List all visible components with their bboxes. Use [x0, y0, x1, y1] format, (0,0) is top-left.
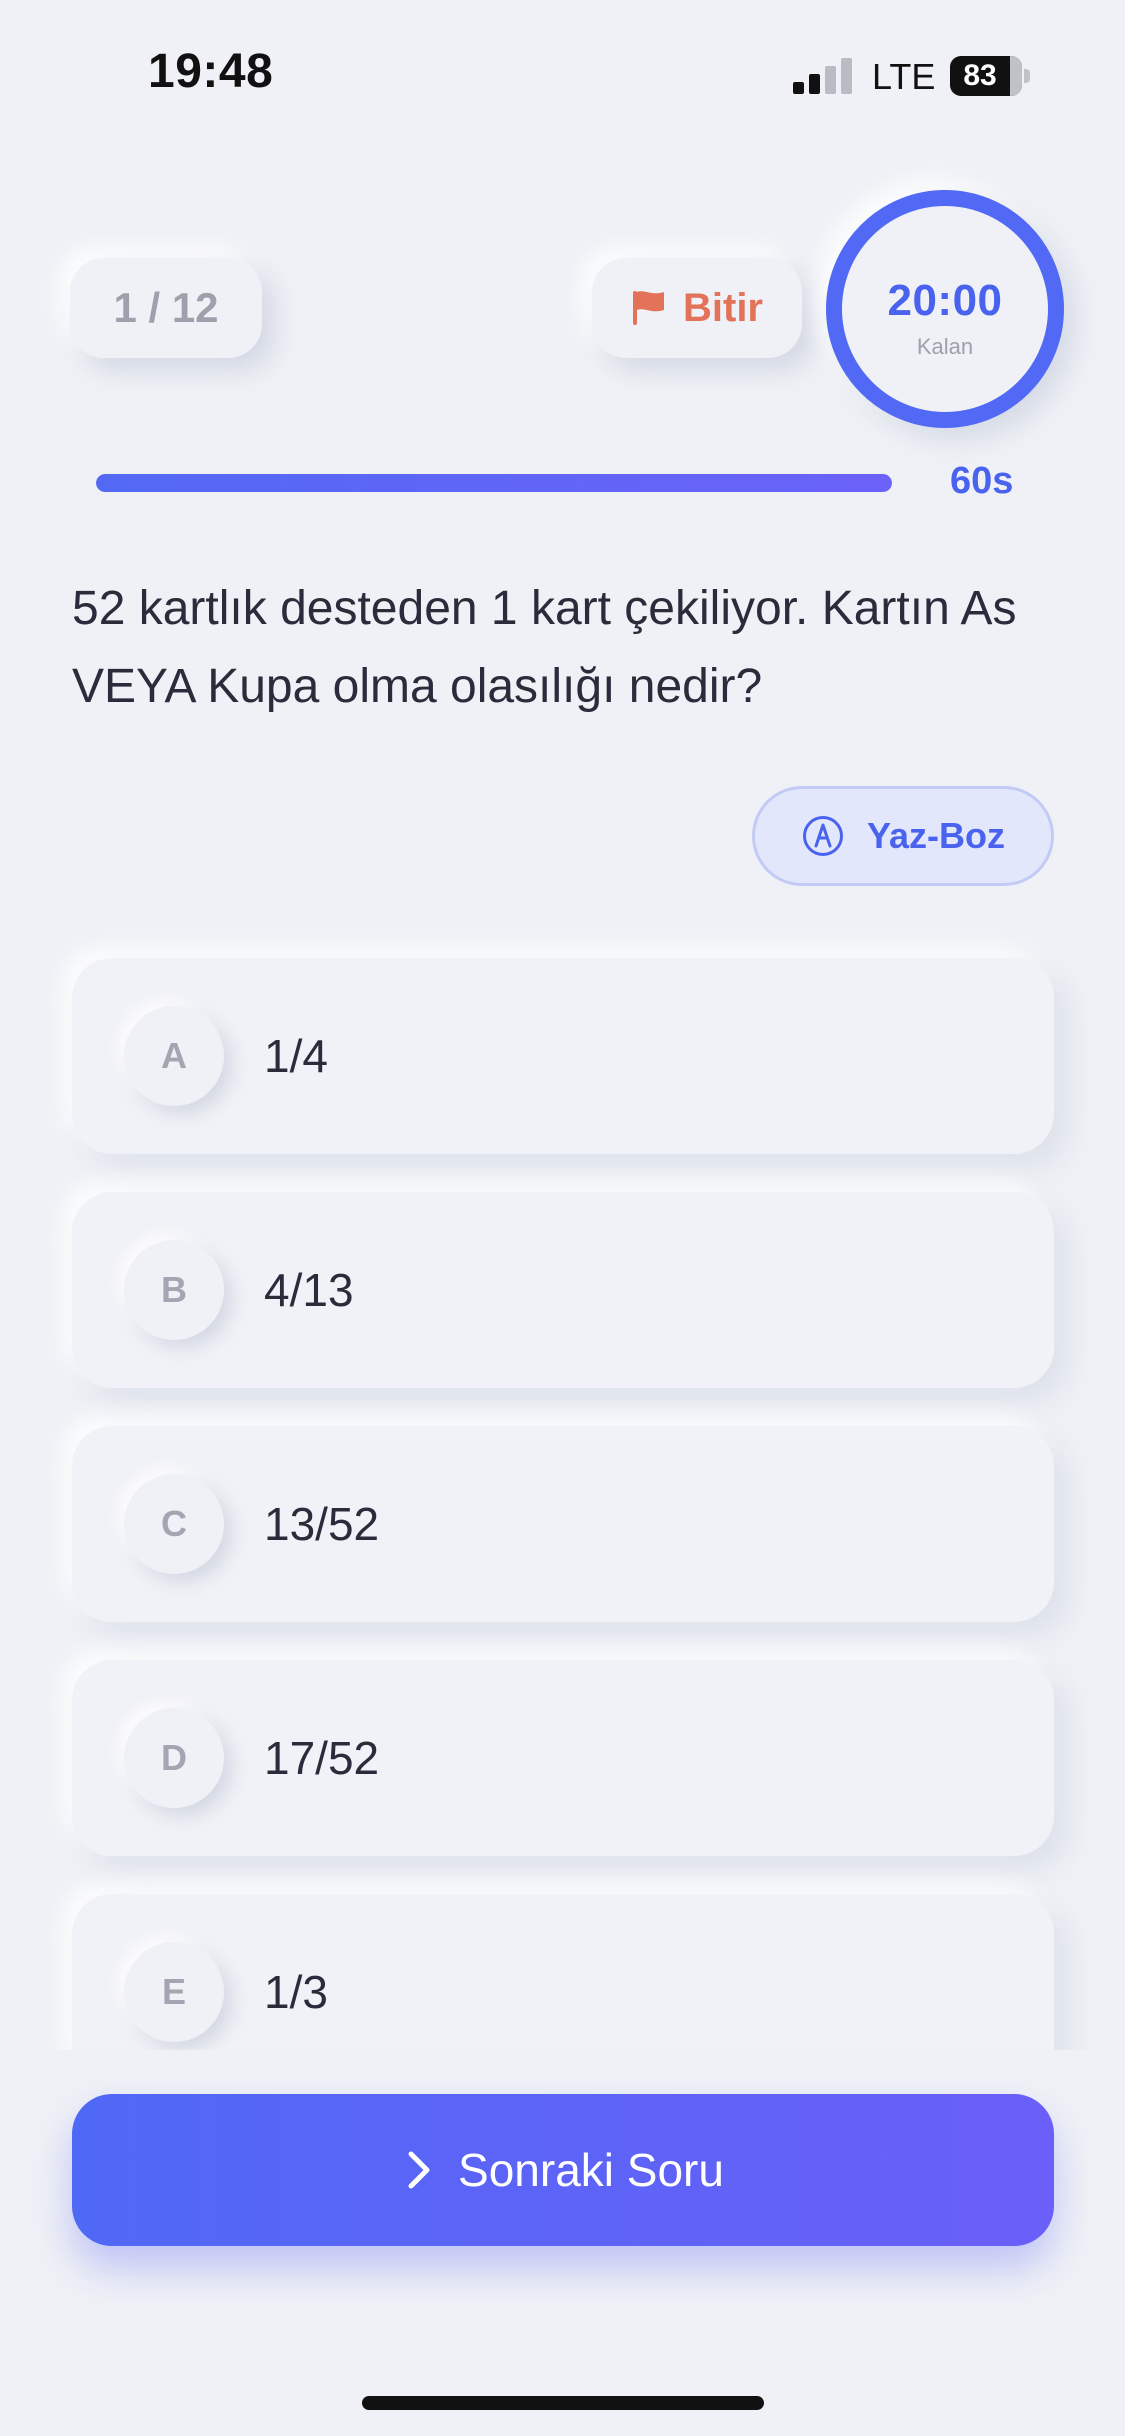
- signal-icon: [793, 58, 853, 94]
- question-progress-fill: [96, 474, 892, 492]
- option-value: 17/52: [264, 1732, 380, 1784]
- pen-icon: [802, 816, 843, 856]
- timer-ring: 20:00 Kalan: [826, 190, 1064, 428]
- battery-level: 83: [963, 59, 997, 92]
- option-letter: D: [124, 1708, 224, 1808]
- question-progress-bar: [96, 474, 892, 492]
- option-value: 4/13: [264, 1264, 354, 1316]
- option-letter: A: [124, 1006, 224, 1106]
- option-d[interactable]: D 17/52: [72, 1660, 1054, 1856]
- timer-label: Kalan: [916, 334, 974, 359]
- finish-label: Bitir: [683, 285, 763, 330]
- scratch-pad-label: Yaz-Boz: [866, 815, 1006, 856]
- quiz-screen: 19:48 LTE 83 1 / 12 Bitir 20:00 Kalan 60…: [0, 0, 1125, 2436]
- home-indicator[interactable]: [362, 2396, 764, 2410]
- next-question-button[interactable]: Sonraki Soru: [72, 2094, 1054, 2246]
- option-letter: C: [124, 1474, 224, 1574]
- option-b[interactable]: B 4/13: [72, 1192, 1054, 1388]
- option-value: 13/52: [264, 1498, 380, 1550]
- next-question-label: Sonraki Soru: [458, 2144, 724, 2196]
- chevron-right-icon: [408, 2151, 430, 2189]
- question-text: 52 kartlık desteden 1 kart çekiliyor. Ka…: [72, 582, 1017, 713]
- battery-icon: 83: [950, 56, 1030, 96]
- status-bar: 19:48 LTE 83: [0, 0, 1125, 140]
- option-value: 1/4: [264, 1030, 328, 1082]
- network-type: LTE: [872, 56, 936, 97]
- option-letter: B: [124, 1240, 224, 1340]
- finish-button[interactable]: Bitir: [592, 258, 802, 358]
- timer-value: 20:00: [887, 276, 1003, 325]
- option-c[interactable]: C 13/52: [72, 1426, 1054, 1622]
- status-time: 19:48: [148, 45, 274, 98]
- scratch-pad-button[interactable]: Yaz-Boz: [752, 786, 1054, 886]
- question-counter: 1 / 12: [70, 258, 262, 358]
- option-letter: E: [124, 1942, 224, 2042]
- option-a[interactable]: A 1/4: [72, 958, 1054, 1154]
- question-seconds: 60s: [950, 460, 1014, 502]
- flag-icon: [633, 291, 664, 325]
